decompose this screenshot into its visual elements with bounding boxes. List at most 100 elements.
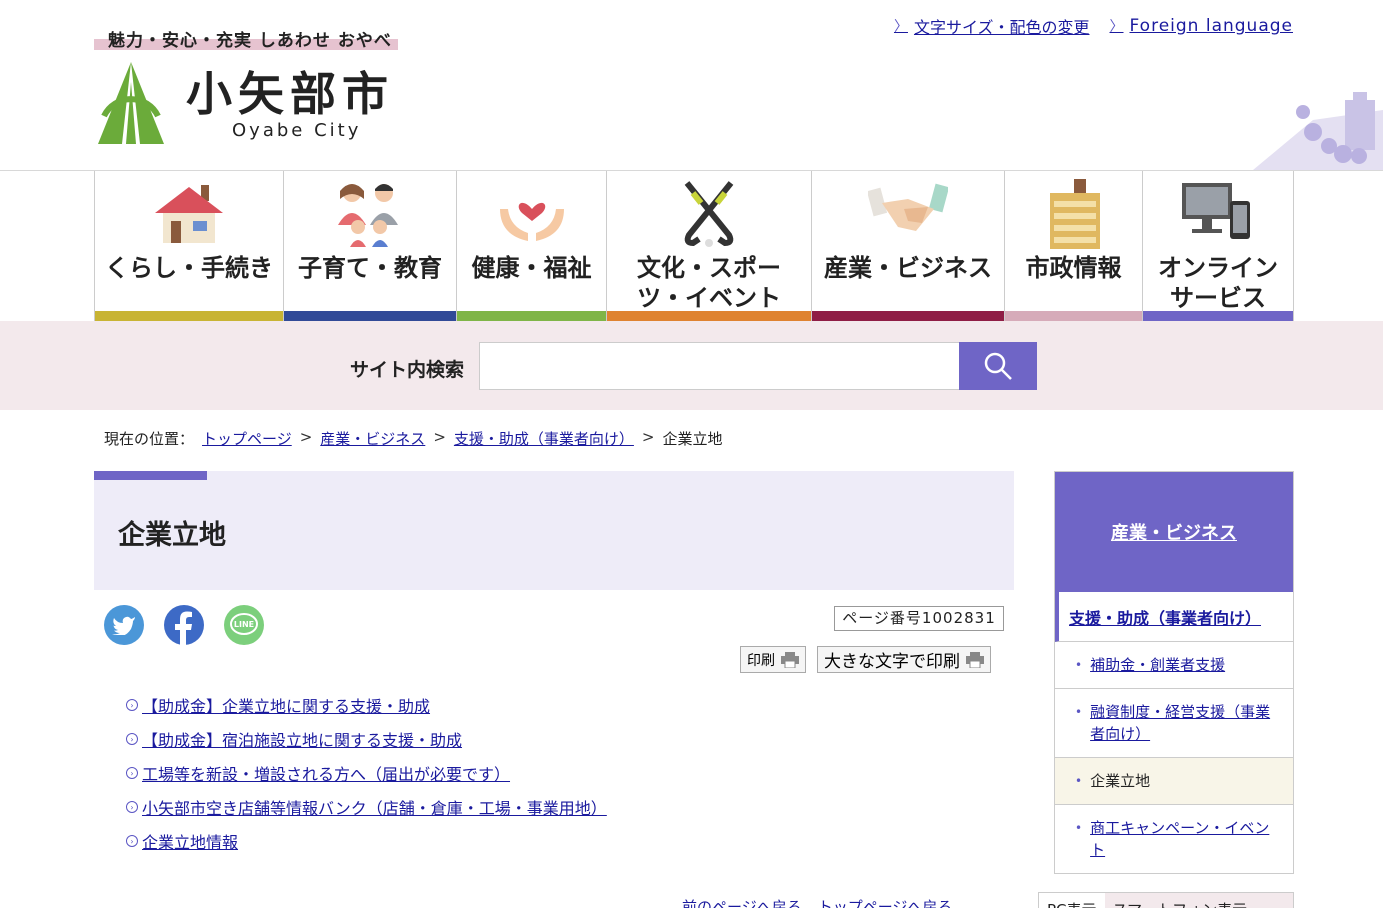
breadcrumb-separator: > <box>433 428 446 446</box>
city-illustration-icon <box>1253 92 1383 170</box>
breadcrumb: 現在の位置： トップページ > 産業・ビジネス > 支援・助成（事業者向け） >… <box>104 428 723 449</box>
nav-sangyo-bar <box>812 311 1004 321</box>
link-bullet-icon: › <box>126 801 138 813</box>
family-icon <box>338 184 398 247</box>
printer-icon <box>966 651 984 668</box>
nav-kosodate-label: 子育て・教育 <box>298 254 442 282</box>
svg-text:LINE: LINE <box>234 620 254 629</box>
handshake-icon <box>868 183 948 231</box>
sidebar-subheader: 支援・助成（事業者向け） <box>1055 592 1293 642</box>
tagline: 魅力・安心・充実 しあわせ おやべ <box>108 31 392 51</box>
bullet-icon: • <box>1075 705 1083 719</box>
page-title: 企業立地 <box>118 520 226 551</box>
bullet-icon: • <box>1075 774 1083 788</box>
nav-shisei-label: 市政情報 <box>1025 254 1122 282</box>
list-item: › 工場等を新設・増設される方へ（届出が必要です） <box>126 756 607 790</box>
nav-kurashi-bar <box>95 311 283 321</box>
facebook-share-button[interactable] <box>164 605 204 645</box>
link-bullet-icon: › <box>126 733 138 745</box>
search-icon <box>984 352 1012 380</box>
sidebar-item-link[interactable]: 商工キャンペーン・イベント <box>1090 817 1281 861</box>
header-links: 〉文字サイズ・配色の変更 〉 Foreign language <box>894 14 1293 38</box>
nav-bunka-label: 文化・スポーツ・イベント <box>637 254 781 312</box>
prev-page-link[interactable]: 前のページへ戻る <box>682 896 802 908</box>
view-toggle: PC表示 スマートフォン表示 <box>1038 892 1294 908</box>
breadcrumb-prefix: 現在の位置： <box>104 430 195 448</box>
content-link[interactable]: 【助成金】宿泊施設立地に関する支援・助成 <box>142 727 462 751</box>
bullet-icon: • <box>1075 658 1083 672</box>
logo-title[interactable]: 小矢部市 <box>186 58 394 124</box>
search-band: サイト内検索 <box>0 321 1383 410</box>
chevron-right-icon: 〉 <box>893 19 908 35</box>
nav-kosodate[interactable]: 子育て・教育 <box>284 171 457 321</box>
house-icon <box>155 185 223 243</box>
title-block: 企業立地 <box>94 471 1014 590</box>
logo-subtitle: Oyabe City <box>232 120 362 141</box>
sidebar-item-label: 企業立地 <box>1090 772 1151 790</box>
search-button[interactable] <box>959 342 1037 390</box>
city-logo-icon[interactable] <box>94 58 168 146</box>
city-hall-icon <box>1049 179 1100 249</box>
foreign-language-link[interactable]: 〉 Foreign language <box>1110 14 1294 38</box>
title-accent <box>94 471 207 480</box>
breadcrumb-shien[interactable]: 支援・助成（事業者向け） <box>454 428 634 449</box>
sidebar-header: 産業・ビジネス <box>1055 472 1293 592</box>
nav-kosodate-bar <box>284 311 456 321</box>
nav-bunka-bar <box>607 311 811 321</box>
global-nav: くらし・手続き 子育て・教育 健康・福祉 文化・スポーツ・イベント 産業・ビジネ… <box>94 171 1294 321</box>
foreign-language-label: Foreign language <box>1129 16 1293 36</box>
nav-kenko-bar <box>457 311 606 321</box>
line-icon: LINE <box>230 613 258 635</box>
content-link[interactable]: 企業立地情報 <box>142 829 238 853</box>
heart-hands-icon <box>499 202 564 241</box>
search-label: サイト内検索 <box>350 359 465 381</box>
sidebar-item-link[interactable]: 融資制度・経営支援（事業者向け） <box>1090 701 1281 745</box>
sidebar-head-link[interactable]: 産業・ビジネス <box>1111 519 1237 545</box>
nav-kenko[interactable]: 健康・福祉 <box>457 171 607 321</box>
sidebar-sub-link[interactable]: 支援・助成（事業者向け） <box>1069 605 1261 629</box>
breadcrumb-top[interactable]: トップページ <box>202 428 292 449</box>
line-share-button[interactable]: LINE <box>224 605 264 645</box>
link-bullet-icon: › <box>126 835 138 847</box>
print-label: 印刷 <box>747 651 775 668</box>
nav-shisei[interactable]: 市政情報 <box>1005 171 1143 321</box>
content-link[interactable]: 工場等を新設・増設される方へ（届出が必要です） <box>142 761 510 785</box>
computer-phone-icon <box>1182 183 1250 239</box>
page-footer-links: 前のページへ戻る トップページへ戻る <box>682 896 952 908</box>
twitter-icon <box>112 616 135 635</box>
breadcrumb-current: 企業立地 <box>662 430 723 448</box>
link-bullet-icon: › <box>126 699 138 711</box>
content-link[interactable]: 小矢部市空き店舗等情報バンク（店舗・倉庫・工場・事業用地） <box>142 795 607 819</box>
large-print-button[interactable]: 大きな文字で印刷 <box>817 646 991 673</box>
tagline-block: 魅力・安心・充実 しあわせ おやべ <box>94 24 398 51</box>
nav-online-bar <box>1143 311 1293 321</box>
sp-view-button[interactable]: スマートフォン表示 <box>1104 893 1293 908</box>
chevron-right-icon: 〉 <box>1109 19 1124 35</box>
breadcrumb-separator: > <box>299 428 313 446</box>
large-print-label: 大きな文字で印刷 <box>824 652 960 671</box>
pc-view-button[interactable]: PC表示 <box>1039 893 1105 908</box>
sidebar-item-link[interactable]: 補助金・創業者支援 <box>1090 654 1225 676</box>
search-input[interactable] <box>479 342 960 390</box>
site-header: 魅力・安心・充実 しあわせ おやべ 小矢部市 Oyabe City 〉文字サイズ… <box>0 0 1383 170</box>
list-item: › 【助成金】企業立地に関する支援・助成 <box>126 688 607 722</box>
content-link[interactable]: 【助成金】企業立地に関する支援・助成 <box>142 693 430 717</box>
sidebar-item: • 商工キャンペーン・イベント <box>1055 805 1293 873</box>
sidebar-item: • 融資制度・経営支援（事業者向け） <box>1055 689 1293 758</box>
printer-icon <box>781 651 799 668</box>
print-button[interactable]: 印刷 <box>740 646 806 673</box>
nav-sangyo[interactable]: 産業・ビジネス <box>812 171 1005 321</box>
nav-online[interactable]: オンラインサービス <box>1143 171 1294 321</box>
nav-bunka[interactable]: 文化・スポーツ・イベント <box>607 171 812 321</box>
list-item: › 小矢部市空き店舗等情報バンク（店舗・倉庫・工場・事業用地） <box>126 790 607 824</box>
nav-shisei-bar <box>1005 311 1142 321</box>
top-page-link[interactable]: トップページへ戻る <box>818 896 953 908</box>
text-size-color-link[interactable]: 〉文字サイズ・配色の変更 <box>894 14 1090 38</box>
page-number: ページ番号1002831 <box>834 606 1004 631</box>
nav-online-label: オンラインサービス <box>1158 254 1278 312</box>
sidebar-item-current: • 企業立地 <box>1055 758 1293 805</box>
nav-kurashi[interactable]: くらし・手続き <box>95 171 284 321</box>
breadcrumb-sangyo[interactable]: 産業・ビジネス <box>320 428 425 449</box>
social-share: LINE <box>104 605 264 645</box>
twitter-share-button[interactable] <box>104 605 144 645</box>
